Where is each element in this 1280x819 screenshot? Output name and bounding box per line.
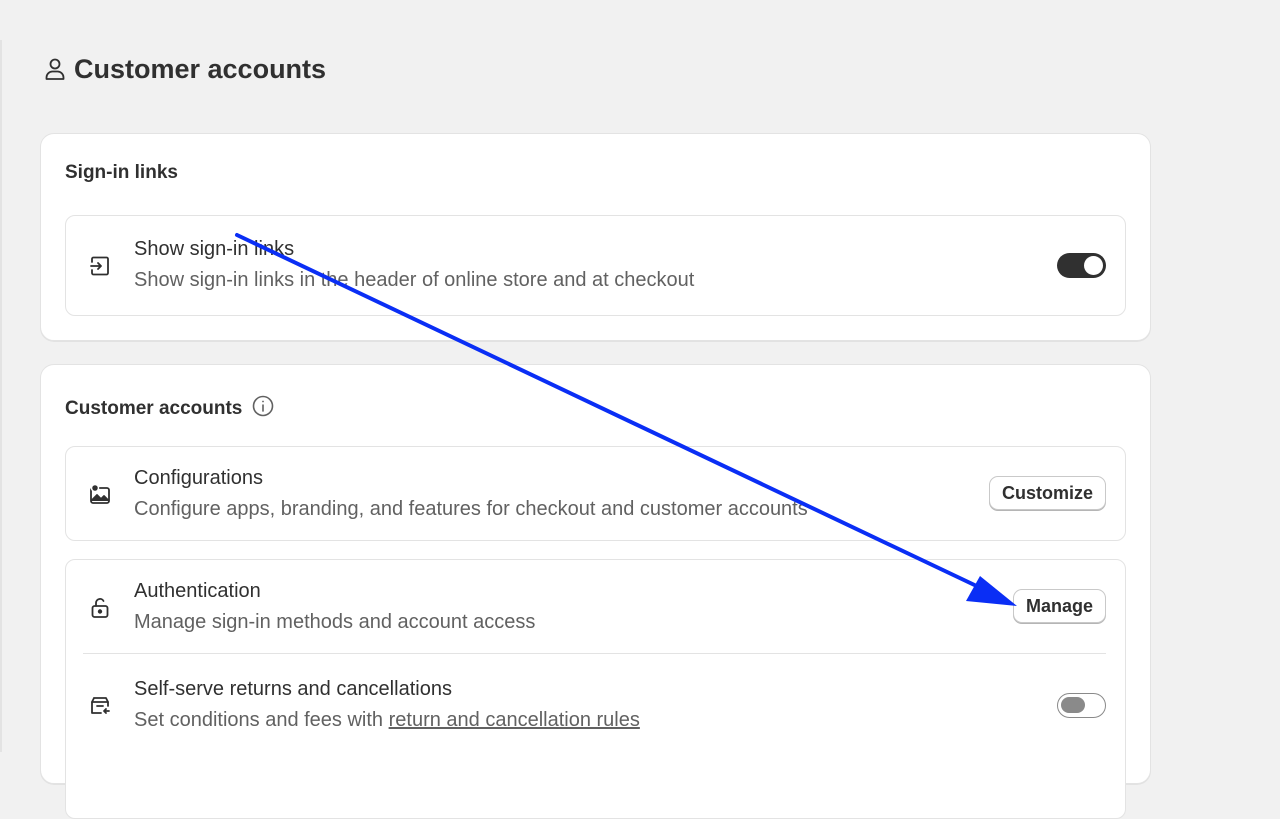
card-heading-label: Customer accounts bbox=[65, 398, 243, 419]
page-header: Customer accounts bbox=[44, 52, 326, 86]
configurations-row-box: Configurations Configure apps, branding,… bbox=[65, 446, 1126, 541]
toggle-knob bbox=[1084, 256, 1103, 275]
description-prefix: Set conditions and fees with bbox=[134, 709, 389, 731]
row-title: Show sign-in links bbox=[134, 238, 295, 260]
card-heading: Sign-in links bbox=[65, 162, 178, 183]
setting-row-self-serve-returns: Self-serve returns and cancellations Set… bbox=[66, 654, 1125, 754]
page-title: Customer accounts bbox=[74, 53, 327, 84]
image-icon bbox=[88, 482, 112, 506]
toggle-knob bbox=[1061, 697, 1085, 713]
setting-row-show-sign-in-links: Show sign-in links Show sign-in links in… bbox=[66, 216, 1125, 317]
sign-in-links-row-box: Show sign-in links Show sign-in links in… bbox=[65, 215, 1126, 316]
info-icon[interactable] bbox=[252, 395, 274, 423]
row-title: Authentication bbox=[134, 580, 261, 602]
return-box-icon bbox=[88, 694, 112, 718]
row-title: Configurations bbox=[134, 467, 263, 489]
setting-row-authentication: Authentication Manage sign-in methods an… bbox=[66, 560, 1125, 653]
customer-accounts-card: Customer accounts Configurations Configu… bbox=[40, 364, 1151, 819]
sidebar-edge bbox=[0, 40, 2, 752]
self-serve-returns-toggle[interactable] bbox=[1057, 693, 1106, 718]
setting-row-configurations: Configurations Configure apps, branding,… bbox=[66, 447, 1125, 542]
return-cancellation-rules-link[interactable]: return and cancellation rules bbox=[389, 709, 640, 731]
row-description: Set conditions and fees with return and … bbox=[134, 709, 640, 732]
enter-icon bbox=[88, 254, 112, 278]
customize-button[interactable]: Customize bbox=[988, 476, 1106, 510]
unlock-icon bbox=[88, 596, 112, 620]
manage-button[interactable]: Manage bbox=[1012, 589, 1106, 623]
row-description: Show sign-in links in the header of onli… bbox=[134, 269, 695, 291]
row-description: Configure apps, branding, and features f… bbox=[134, 498, 808, 520]
show-sign-in-links-toggle[interactable] bbox=[1057, 253, 1106, 278]
row-description: Manage sign-in methods and account acces… bbox=[134, 611, 536, 633]
authentication-returns-row-box: Authentication Manage sign-in methods an… bbox=[65, 559, 1126, 819]
person-icon bbox=[44, 57, 66, 81]
row-title: Self-serve returns and cancellations bbox=[134, 678, 452, 700]
sign-in-links-card: Sign-in links Show sign-in links Show si… bbox=[40, 133, 1151, 341]
card-heading: Customer accounts bbox=[65, 395, 274, 423]
